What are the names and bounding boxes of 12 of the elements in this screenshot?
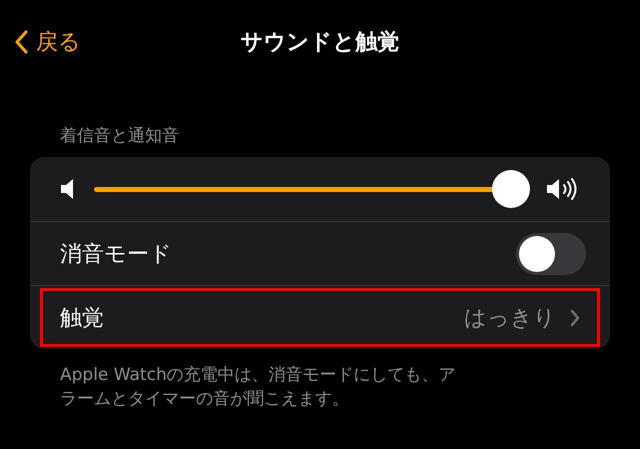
speaker-quiet-icon (60, 178, 76, 200)
row-value: はっきり (464, 304, 556, 332)
slider-thumb[interactable] (492, 170, 530, 208)
row-label[interactable]: 触覚 (60, 302, 104, 332)
footer-note: Apple Watchの充電中は、消音モードにしても、アラームとタイマーの音が聞こえます。 (60, 364, 457, 411)
back-button[interactable]: 戻る (14, 27, 81, 57)
section-header: 着信音と通知音 (60, 125, 179, 147)
chevron-left-icon (14, 30, 28, 54)
toggle-switch[interactable] (516, 232, 586, 274)
screen-title: サウンドと触覚 (240, 30, 400, 55)
chevron-right-icon (570, 308, 580, 326)
row-label: 消音モード (60, 240, 172, 268)
